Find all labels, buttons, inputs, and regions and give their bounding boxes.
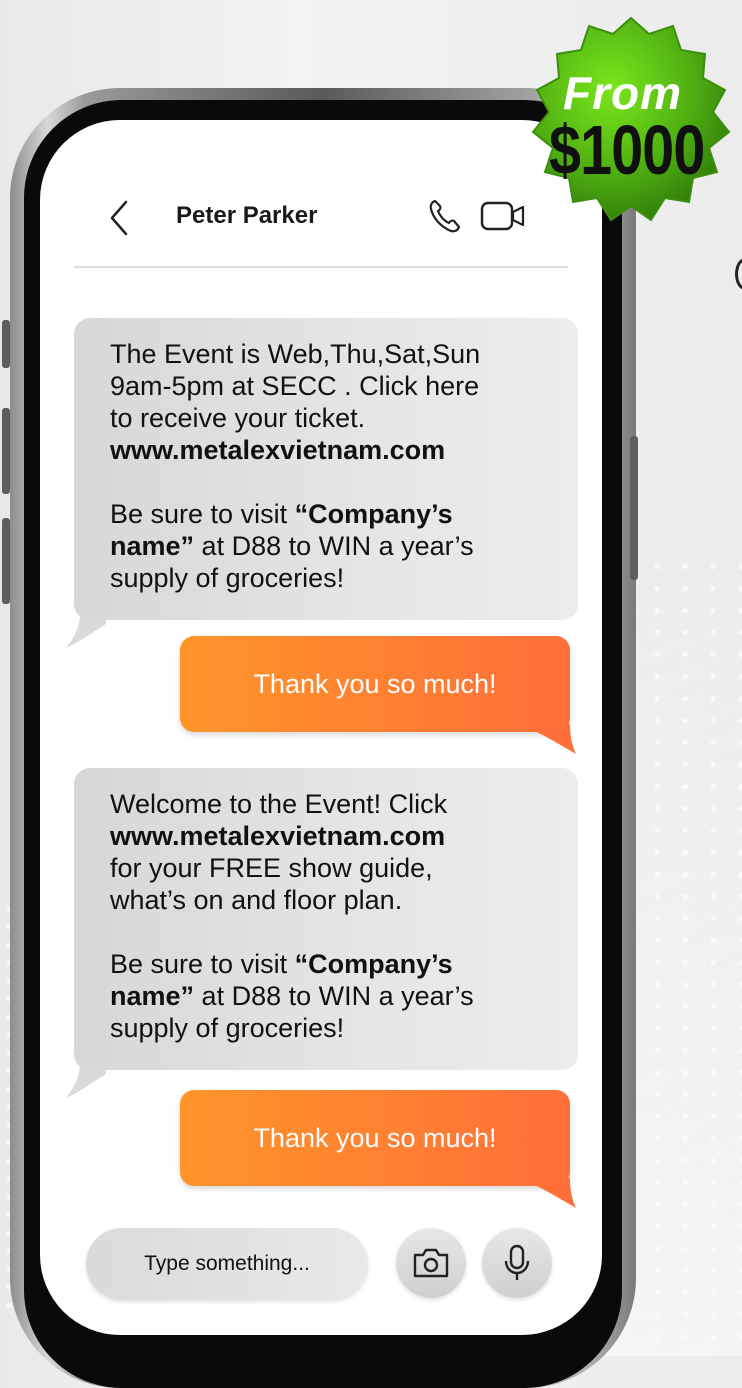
message-text: Be sure to visit [110, 949, 295, 979]
microphone-button[interactable] [482, 1228, 552, 1298]
outgoing-message: Thank you so much! [180, 1090, 570, 1186]
phone-call-icon[interactable] [428, 198, 462, 234]
header-divider [74, 266, 568, 268]
event-link[interactable]: www.metalexvietnam.com [110, 435, 445, 465]
phone-volume-up [2, 408, 10, 494]
bubble-tail [66, 616, 106, 648]
back-icon[interactable] [104, 198, 134, 238]
message-text: Be sure to visit [110, 499, 295, 529]
message-composer: Type something... [86, 1228, 556, 1302]
message-text: supply of groceries! [110, 563, 345, 593]
message-text: for your FREE show guide, [110, 853, 433, 883]
message-text: Welcome to the Event! Click [110, 789, 448, 819]
message-text: The Event is Web,Thu,Sat,Sun [110, 339, 481, 369]
phone-side-button [2, 320, 10, 368]
company-name: name” [110, 531, 195, 561]
background-fragment [735, 258, 742, 290]
bubble-tail [532, 724, 576, 754]
message-text: at D88 to WIN a year’s [194, 981, 474, 1011]
outgoing-message: Thank you so much! [180, 636, 570, 732]
message-input[interactable]: Type something... [86, 1228, 368, 1300]
bubble-tail [532, 1178, 576, 1208]
company-name: name” [110, 981, 195, 1011]
company-name: “Company’s [294, 499, 453, 529]
bubble-tail [66, 1066, 106, 1098]
phone-volume-down [2, 518, 10, 604]
incoming-message: Welcome to the Event! Click www.metalexv… [74, 768, 578, 1070]
microphone-icon [504, 1244, 530, 1280]
incoming-message: The Event is Web,Thu,Sat,Sun 9am-5pm at … [74, 318, 578, 620]
event-link[interactable]: www.metalexvietnam.com [110, 821, 445, 851]
chat-screen: Peter Parker The Event is Web,Thu,Sat,Su… [40, 120, 602, 1335]
message-text: at D88 to WIN a year’s [194, 531, 474, 561]
camera-button[interactable] [396, 1228, 466, 1298]
camera-icon [413, 1248, 449, 1278]
message-text: to receive your ticket. [110, 403, 366, 433]
message-text: supply of groceries! [110, 1013, 345, 1043]
phone-power-button [630, 436, 638, 580]
contact-name: Peter Parker [176, 202, 318, 229]
company-name: “Company’s [294, 949, 453, 979]
message-text: what’s on and floor plan. [110, 885, 403, 915]
badge-price: $1000 [549, 111, 705, 189]
message-text: 9am-5pm at SECC . Click here [110, 371, 480, 401]
